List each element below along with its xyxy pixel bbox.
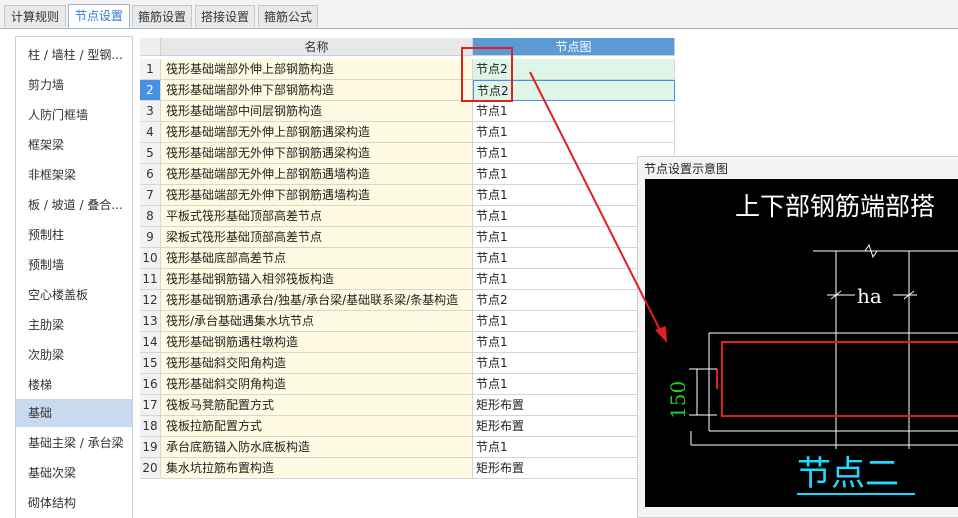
arrow-head — [655, 326, 667, 343]
arrow-line — [529, 71, 663, 335]
annotation-arrow — [529, 71, 667, 343]
